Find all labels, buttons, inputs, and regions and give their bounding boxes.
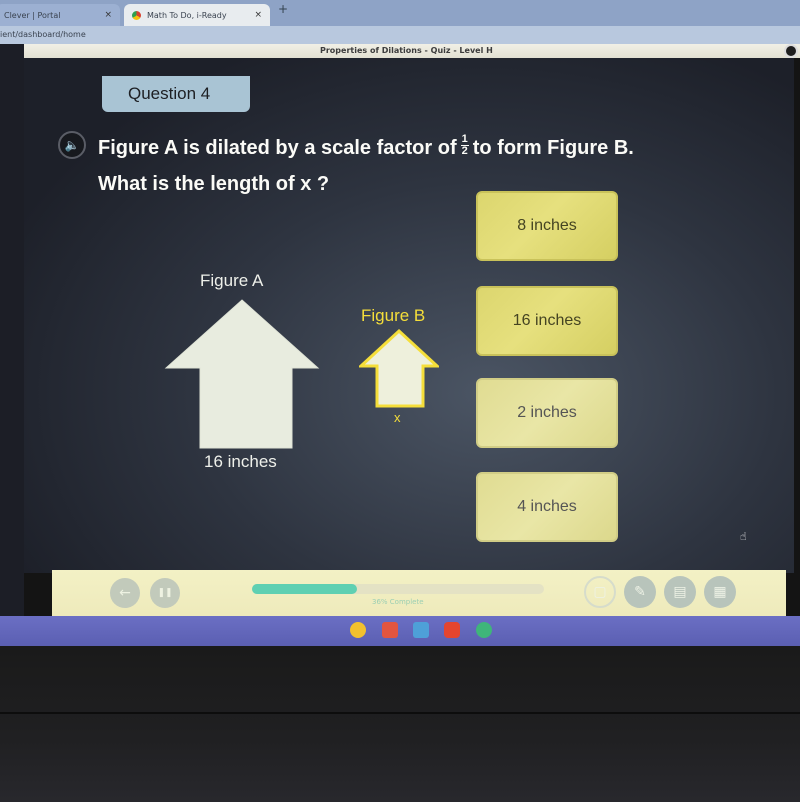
figure-a-dimension: 16 inches — [204, 452, 277, 471]
files-icon[interactable] — [413, 622, 429, 638]
notepad-button[interactable]: ▤ — [664, 576, 696, 608]
back-arrow-icon: ← — [119, 585, 131, 601]
browser-tab-strip: Clever | Portal × Math To Do, i-Ready × … — [0, 0, 800, 26]
app-title-bar: Properties of Dilations - Quiz - Level H — [24, 44, 800, 58]
notepad-icon: ▤ — [673, 584, 687, 600]
figure-b-dimension: x — [394, 410, 401, 425]
figure-b-arrow — [359, 328, 439, 408]
question-text-part: Figure A is dilated by a scale factor of — [98, 137, 457, 159]
question-line-2: What is the length of x ? — [98, 173, 330, 195]
pause-icon: ❚❚ — [157, 588, 173, 598]
figure-b-shape — [359, 328, 439, 408]
scratchpad-button[interactable]: ▢ — [584, 576, 616, 608]
lesson-toolbar: ← ❚❚ 36% Complete ▢ ✎ ▤ ▦ — [52, 570, 786, 616]
calculator-button[interactable]: ▦ — [704, 576, 736, 608]
left-margin — [0, 44, 24, 624]
question-stage: Question 4 🔈 Figure A is dilated by a sc… — [24, 58, 794, 573]
tab-label: Clever | Portal — [4, 10, 61, 20]
tab-math-to-do[interactable]: Math To Do, i-Ready × — [124, 4, 270, 26]
figure-b-label: Figure B — [361, 306, 426, 325]
hand-cursor-icon: ☝ — [740, 530, 747, 543]
progress-bar — [252, 584, 544, 594]
progress-fill — [252, 584, 358, 594]
os-shelf — [0, 616, 800, 646]
laptop-hinge — [0, 712, 800, 714]
calculator-icon: ▦ — [713, 584, 727, 600]
iready-favicon-icon — [132, 10, 141, 20]
figure-a-shape — [164, 299, 320, 449]
address-bar[interactable]: ient/dashboard/home — [0, 26, 800, 44]
tab-label: Math To Do, i-Ready — [147, 10, 227, 20]
address-url: ient/dashboard/home — [0, 30, 86, 39]
tab-clever-portal[interactable]: Clever | Portal × — [0, 4, 120, 26]
youtube-icon[interactable] — [444, 622, 460, 638]
laptop-bezel — [0, 646, 800, 802]
close-tab-icon[interactable]: × — [104, 10, 112, 20]
progress-text: 36% Complete — [372, 598, 424, 606]
figure-a-label: Figure A — [200, 271, 264, 290]
speaker-icon[interactable]: 🔈 — [58, 131, 86, 159]
chrome-icon[interactable] — [350, 622, 366, 638]
back-button[interactable]: ← — [110, 578, 140, 608]
answer-option-1[interactable]: 8 inches — [476, 191, 618, 261]
pause-button[interactable]: ❚❚ — [150, 578, 180, 608]
quiz-title: Properties of Dilations - Quiz - Level H — [320, 46, 493, 55]
answer-option-2[interactable]: 16 inches — [476, 286, 618, 356]
scratchpad-icon: ▢ — [593, 584, 607, 600]
pencil-button[interactable]: ✎ — [624, 576, 656, 608]
play-store-icon[interactable] — [476, 622, 492, 638]
gmail-icon[interactable] — [382, 622, 398, 638]
close-tab-icon[interactable]: × — [254, 10, 262, 20]
question-number: Question 4 — [128, 84, 211, 103]
answer-option-3[interactable]: 2 inches — [476, 378, 618, 448]
question-text-part: to form Figure B. — [472, 137, 634, 159]
pencil-icon: ✎ — [634, 584, 646, 600]
fraction-denominator: 2 — [461, 145, 468, 158]
question-badge: Question 4 — [102, 76, 250, 112]
close-app-button[interactable] — [784, 44, 798, 58]
answer-option-4[interactable]: 4 inches — [476, 472, 618, 542]
new-tab-button[interactable]: + — [278, 2, 288, 16]
figure-a-arrow — [164, 299, 320, 449]
scale-factor-fraction: 12 — [460, 134, 469, 158]
